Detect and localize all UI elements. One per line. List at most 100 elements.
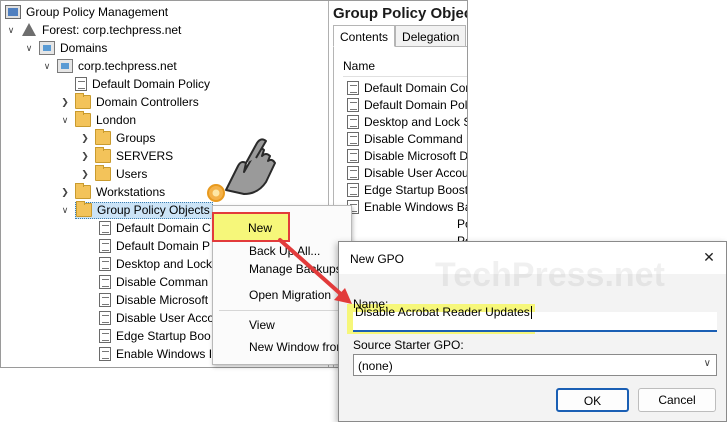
folder-icon xyxy=(95,165,111,181)
menu-item-manage-backups[interactable]: Manage Backups xyxy=(249,262,342,276)
tree-item-users[interactable]: ❯ Users xyxy=(79,165,147,183)
gpo-name-value: Disable Acrobat Reader Updates xyxy=(355,305,532,320)
starter-gpo-label: Source Starter GPO: xyxy=(353,338,464,352)
gpo-icon xyxy=(99,347,111,361)
tree-forest[interactable]: ∨ Forest: corp.techpress.net xyxy=(5,21,181,39)
gpo-icon xyxy=(99,311,111,325)
chevron-right-icon[interactable]: ❯ xyxy=(79,151,91,162)
tree-item-groups[interactable]: ❯ Groups xyxy=(79,129,155,147)
tree-gpo[interactable]: Disable Comman xyxy=(99,273,208,291)
tree-item-domain-controllers[interactable]: ❯ Domain Controllers xyxy=(59,93,199,111)
list-item[interactable]: Edge Startup Boost xyxy=(347,181,468,198)
starter-gpo-value: (none) xyxy=(358,359,393,373)
column-header-name[interactable]: Name xyxy=(343,59,375,73)
tree-item-servers[interactable]: ❯ SERVERS xyxy=(79,147,173,165)
tree-item-workstations[interactable]: ❯ Workstations xyxy=(59,183,165,201)
list-item-label: Disable Microsoft Defe xyxy=(364,148,468,163)
tab-delegation[interactable]: Delegation xyxy=(395,25,467,47)
tree-gpo[interactable]: Default Domain P xyxy=(99,237,210,255)
gpmc-icon xyxy=(5,5,21,19)
list-item[interactable]: Default Domain Contro xyxy=(347,79,467,96)
ok-button[interactable]: OK xyxy=(556,388,629,412)
tree-item-group-policy-objects[interactable]: ∨ Group Policy Objects xyxy=(59,201,213,219)
menu-item-new-label: New xyxy=(248,221,273,235)
menu-item-backup-all[interactable]: Back Up All... xyxy=(249,244,320,258)
gpo-icon xyxy=(347,114,359,129)
panel-title: Group Policy Objects xyxy=(333,5,467,22)
gpo-icon xyxy=(347,80,359,95)
cancel-button[interactable]: Cancel xyxy=(638,388,716,412)
chevron-right-icon[interactable]: ❯ xyxy=(79,133,91,144)
gpo-icon xyxy=(347,131,359,146)
chevron-right-icon[interactable]: ❯ xyxy=(59,97,71,108)
tree-gpo[interactable]: Enable Windows I xyxy=(99,345,212,363)
tree-gpo[interactable]: Default Domain C xyxy=(99,219,211,237)
chevron-down-icon[interactable]: ∨ xyxy=(59,115,71,126)
tree-gpo[interactable]: Desktop and Lock xyxy=(99,255,212,273)
menu-item-open-migration[interactable]: Open Migration xyxy=(249,288,331,302)
tree-domain[interactable]: ∨ corp.techpress.net xyxy=(41,57,177,75)
selected-node[interactable]: Group Policy Objects xyxy=(75,201,213,219)
domain-icon xyxy=(57,59,73,73)
gpo-link-icon xyxy=(75,77,87,91)
forest-icon xyxy=(21,23,37,37)
list-item[interactable]: Disable Microsoft Defe xyxy=(347,147,468,164)
tree-gpo[interactable]: Edge Startup Boo xyxy=(99,327,211,345)
list-item[interactable]: Enable Windows Back xyxy=(347,198,467,215)
chevron-right-icon[interactable]: ❯ xyxy=(59,187,71,198)
gpo-icon xyxy=(99,329,111,343)
list-item[interactable]: Default Domain Policy xyxy=(347,96,468,113)
tree-gpo[interactable]: Disable Microsoft xyxy=(99,291,208,309)
menu-item-new-window[interactable]: New Window from xyxy=(249,340,346,354)
folder-icon xyxy=(95,129,111,145)
list-item-label: Disable User Account xyxy=(364,165,468,180)
list-item[interactable]: Disable User Account xyxy=(347,164,468,181)
folder-icon xyxy=(95,147,111,163)
gpo-icon xyxy=(99,257,111,271)
chevron-down-icon[interactable]: ∨ xyxy=(59,205,71,216)
menu-item-view[interactable]: View xyxy=(249,318,275,332)
list-item[interactable]: Disable Command Pro xyxy=(347,130,467,147)
menu-item-new[interactable]: New xyxy=(212,212,290,242)
tree-item-label: Default Domain Policy xyxy=(92,77,211,91)
folder-icon xyxy=(75,183,91,199)
tree-root[interactable]: Group Policy Management xyxy=(5,3,168,21)
tree-root-label: Group Policy Management xyxy=(26,5,169,19)
list-item-label: Po xyxy=(457,216,467,231)
domains-icon xyxy=(39,41,55,55)
gpo-icon xyxy=(347,165,359,180)
tree-domains-label: Domains xyxy=(60,41,108,55)
list-item-label: Edge Startup Boost xyxy=(364,182,468,197)
chevron-down-icon: ∨ xyxy=(703,358,711,369)
tree-item-default-domain-policy[interactable]: Default Domain Policy xyxy=(59,75,210,93)
dialog-title: New GPO xyxy=(350,252,405,266)
tree-gpo-label: Default Domain C xyxy=(116,221,211,235)
tab-contents[interactable]: Contents xyxy=(333,25,396,47)
panel-tabs: Contents Delegation xyxy=(333,25,467,47)
menu-separator xyxy=(219,310,347,311)
chevron-down-icon[interactable]: ∨ xyxy=(41,61,53,72)
list-item-label: Disable Command Pro xyxy=(364,131,467,146)
tree-item-label: Groups xyxy=(116,131,156,145)
list-item-label: Default Domain Policy xyxy=(364,97,468,112)
folder-icon xyxy=(76,201,92,217)
tree-gpo-label: Default Domain P xyxy=(116,239,211,253)
gpo-name-text: Disable Acrobat Reader Updates xyxy=(355,305,530,319)
chevron-down-icon[interactable]: ∨ xyxy=(23,43,35,54)
list-item[interactable]: Desktop and Lock Sc xyxy=(347,113,467,130)
folder-icon xyxy=(75,111,91,127)
tree-gpo-label: Enable Windows I xyxy=(116,347,213,361)
tree-gpo-label: Edge Startup Boo xyxy=(116,329,211,343)
gpo-icon xyxy=(347,182,359,197)
chevron-down-icon[interactable]: ∨ xyxy=(5,25,17,36)
chevron-right-icon[interactable]: ❯ xyxy=(79,169,91,180)
list-item-partial[interactable]: Po xyxy=(457,215,467,232)
tree-gpo[interactable]: Disable User Acco xyxy=(99,309,214,327)
tree-domains[interactable]: ∨ Domains xyxy=(23,39,107,57)
starter-gpo-select[interactable]: (none) ∨ xyxy=(353,354,717,376)
tree-item-london[interactable]: ∨ London xyxy=(59,111,136,129)
folder-icon xyxy=(75,93,91,109)
close-icon[interactable]: ✕ xyxy=(700,248,718,266)
gpo-icon xyxy=(347,97,359,112)
tree-item-label: Workstations xyxy=(96,185,166,199)
